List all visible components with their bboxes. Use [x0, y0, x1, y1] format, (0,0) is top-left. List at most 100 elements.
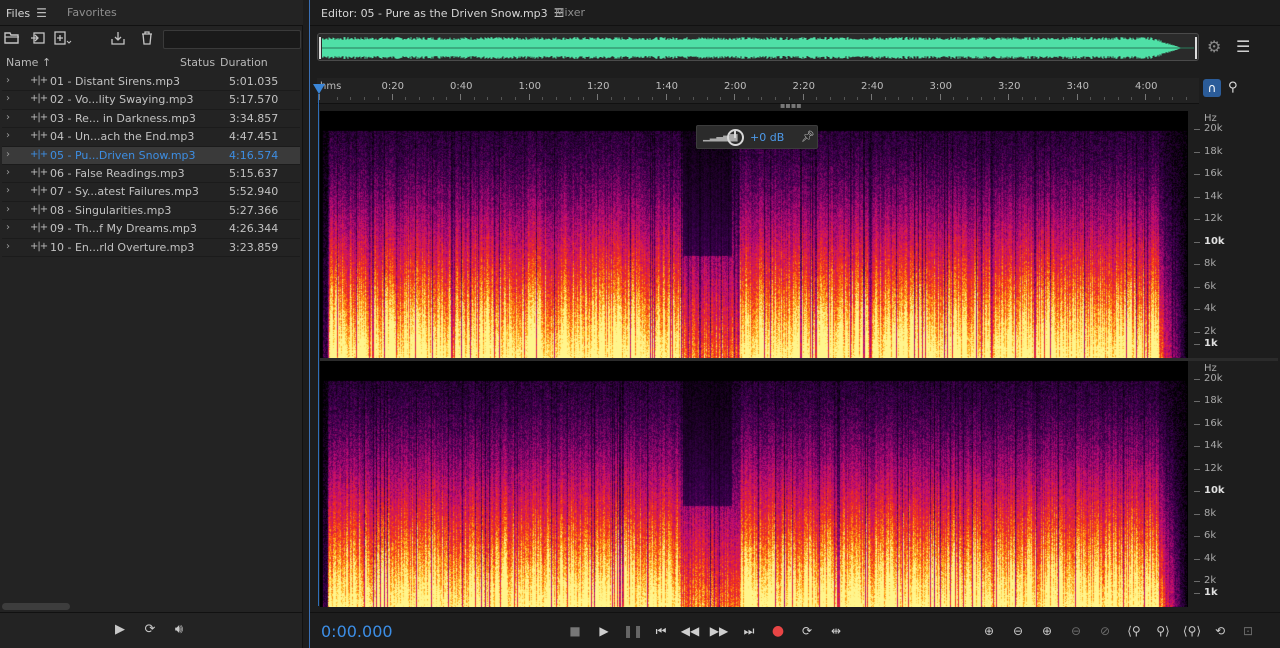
zoom-in-at-start-icon[interactable]: ⟨⚲ — [1122, 621, 1146, 641]
files-scrollbar[interactable] — [2, 603, 70, 610]
zoom-selected-icon[interactable]: ⊡ — [1236, 621, 1260, 641]
file-row[interactable]: › +|+ 01 - Distant Sirens.mp3 5:01.035 — [2, 73, 300, 92]
column-duration[interactable]: Duration — [220, 56, 268, 69]
ruler-minor-tick — [610, 97, 612, 100]
amplitude-hud[interactable]: ▁▂▃▄▅ +0 dB 📌︎ — [696, 125, 818, 149]
zoom-focus-icon[interactable]: ⚙︎ — [1207, 37, 1221, 56]
time-ruler[interactable]: hms 0:20 0:40 1:00 1:20 1:40 2:00 2:20 2:40 3:00 3… — [317, 78, 1199, 104]
record-icon[interactable]: ● — [768, 621, 788, 641]
expand-chevron-icon[interactable]: › — [6, 130, 10, 141]
ruler-minor-tick — [980, 97, 982, 100]
file-row[interactable]: › +|+ 10 - En...rld Overture.mp3 3:23.859 — [2, 239, 300, 257]
ruler-label: 0:20 — [381, 81, 404, 92]
expand-chevron-icon[interactable]: › — [6, 222, 10, 233]
volume-knob[interactable] — [727, 129, 744, 146]
ruler-minor-tick — [706, 97, 708, 100]
preview-play-icon[interactable]: ▶ — [111, 621, 129, 639]
file-row[interactable]: › +|+ 05 - Pu...Driven Snow.mp3 4:16.574 — [2, 146, 300, 165]
expand-chevron-icon[interactable]: › — [6, 112, 10, 123]
rewind-icon[interactable]: ◀◀ — [680, 621, 700, 641]
zoom-out-full-icon[interactable]: ⊘ — [1093, 621, 1117, 641]
stop-icon[interactable]: ■ — [565, 621, 585, 641]
file-row[interactable]: › +|+ 04 - Un...ach the End.mp3 4:47.451 — [2, 128, 300, 147]
zoom-out-amplitude-icon[interactable]: ⊖ — [1006, 621, 1030, 641]
new-file-icon[interactable] — [54, 31, 72, 49]
tab-favorites[interactable]: Favorites — [67, 6, 117, 19]
file-row[interactable]: › +|+ 08 - Singularities.mp3 5:27.366 — [2, 202, 300, 221]
ruler-minor-tick — [487, 97, 489, 100]
column-name[interactable]: Name ↑ — [6, 56, 51, 69]
skip-to-start-icon[interactable]: ⏮︎ — [651, 621, 671, 641]
frequency-label: 8k — [1204, 258, 1217, 270]
timecode-display[interactable]: 0:00.000 — [321, 622, 393, 641]
preview-loop-icon[interactable]: ⟳ — [141, 621, 159, 639]
file-search-input[interactable] — [163, 30, 301, 49]
insert-into-multitrack-icon[interactable] — [110, 31, 128, 49]
panel-menu-icon[interactable]: ☰ — [36, 6, 47, 20]
preview-volume-icon[interactable]: 🔊︎ — [170, 621, 188, 639]
editor-panel: Editor: 05 - Pure as the Driven Snow.mp3… — [309, 0, 1280, 648]
ruler-minor-tick — [966, 97, 968, 100]
ruler-label: 1:40 — [655, 81, 678, 92]
zoom-out-time-icon[interactable]: ⊖ — [1064, 621, 1088, 641]
play-icon[interactable]: ▶ — [594, 621, 614, 641]
pause-icon[interactable]: ❚❚ — [623, 621, 643, 641]
overview-waveform[interactable] — [317, 33, 1199, 61]
editor-tabs: Editor: 05 - Pure as the Driven Snow.mp3… — [310, 0, 1280, 26]
audio-file-icon: +|+ — [30, 222, 48, 234]
file-duration: 5:52.940 — [229, 185, 279, 199]
ruler-label: 3:40 — [1066, 81, 1089, 92]
expand-chevron-icon[interactable]: › — [6, 149, 10, 160]
trash-icon[interactable] — [138, 31, 156, 49]
hamburger-menu-icon[interactable]: ☰ — [1236, 37, 1250, 56]
tab-editor[interactable]: Editor: 05 - Pure as the Driven Snow.mp3… — [321, 6, 564, 20]
expand-chevron-icon[interactable]: › — [6, 241, 10, 252]
overview-right-handle[interactable] — [1195, 37, 1197, 59]
spectral-display-right-channel[interactable] — [320, 361, 1188, 607]
frequency-tick — [1194, 241, 1200, 243]
file-name: 05 - Pu...Driven Snow.mp3 — [50, 148, 196, 162]
ruler-label: 3:00 — [929, 81, 952, 92]
ruler-tick — [391, 94, 393, 100]
audio-file-icon: +|+ — [30, 130, 48, 142]
zoom-in-amplitude-icon[interactable]: ⊕ — [977, 621, 1001, 641]
zoom-in-time-icon[interactable]: ⊕ — [1035, 621, 1059, 641]
pin-hud-icon[interactable]: 📌︎ — [801, 130, 815, 143]
file-row[interactable]: › +|+ 09 - Th...f My Dreams.mp3 4:26.344 — [2, 220, 300, 239]
file-list: › +|+ 01 - Distant Sirens.mp3 5:01.035 › +|+ 0… — [2, 73, 300, 257]
frequency-tick — [1194, 593, 1200, 594]
tab-files[interactable]: Files ☰ — [6, 6, 47, 20]
expand-chevron-icon[interactable]: › — [6, 93, 10, 104]
playhead-marker[interactable] — [313, 84, 325, 94]
expand-chevron-icon[interactable]: › — [6, 167, 10, 178]
expand-chevron-icon[interactable]: › — [6, 185, 10, 196]
fast-forward-icon[interactable]: ▶▶ — [709, 621, 729, 641]
files-preview-controls: ▶ ⟳ 🔊︎ — [0, 612, 303, 648]
expand-chevron-icon[interactable]: › — [6, 204, 10, 215]
expand-chevron-icon[interactable]: › — [6, 75, 10, 86]
skip-selection-icon[interactable]: ⇹ — [826, 621, 846, 641]
snap-magnet-icon[interactable]: ∩ — [1203, 79, 1221, 97]
overview-left-handle[interactable] — [319, 37, 321, 59]
audio-file-icon: +|+ — [30, 75, 48, 86]
open-folder-icon[interactable] — [3, 31, 21, 49]
file-row[interactable]: › +|+ 02 - Vo...lity Swaying.mp3 5:17.570 — [2, 91, 300, 110]
loop-playback-icon[interactable]: ⟳ — [797, 621, 817, 641]
tab-mixer[interactable]: Mixer — [555, 6, 585, 19]
zoom-to-selection-icon[interactable]: ⟨⚲⟩ — [1180, 621, 1204, 641]
gain-readout: +0 dB — [750, 131, 785, 144]
skip-to-end-icon[interactable]: ⏭︎ — [739, 621, 759, 641]
sort-ascending-icon: ↑ — [41, 56, 52, 69]
file-row[interactable]: › +|+ 06 - False Readings.mp3 5:15.637 — [2, 165, 300, 184]
pin-icon[interactable]: ⚲ — [1228, 80, 1238, 95]
ruler-minor-tick — [1103, 97, 1105, 100]
file-name: 02 - Vo...lity Swaying.mp3 — [50, 93, 194, 107]
file-row[interactable]: › +|+ 03 - Re... in Darkness.mp3 3:34.857 — [2, 110, 300, 129]
zoom-reset-icon[interactable]: ⟲ — [1208, 621, 1232, 641]
ruler-minor-tick — [925, 97, 927, 100]
resize-grip-icon[interactable]: ▪▪▪▪ — [780, 102, 804, 110]
zoom-in-at-end-icon[interactable]: ⚲⟩ — [1151, 621, 1175, 641]
column-status[interactable]: Status — [180, 56, 215, 69]
file-row[interactable]: › +|+ 07 - Sy...atest Failures.mp3 5:52.940 — [2, 183, 300, 202]
import-file-icon[interactable] — [29, 31, 47, 49]
